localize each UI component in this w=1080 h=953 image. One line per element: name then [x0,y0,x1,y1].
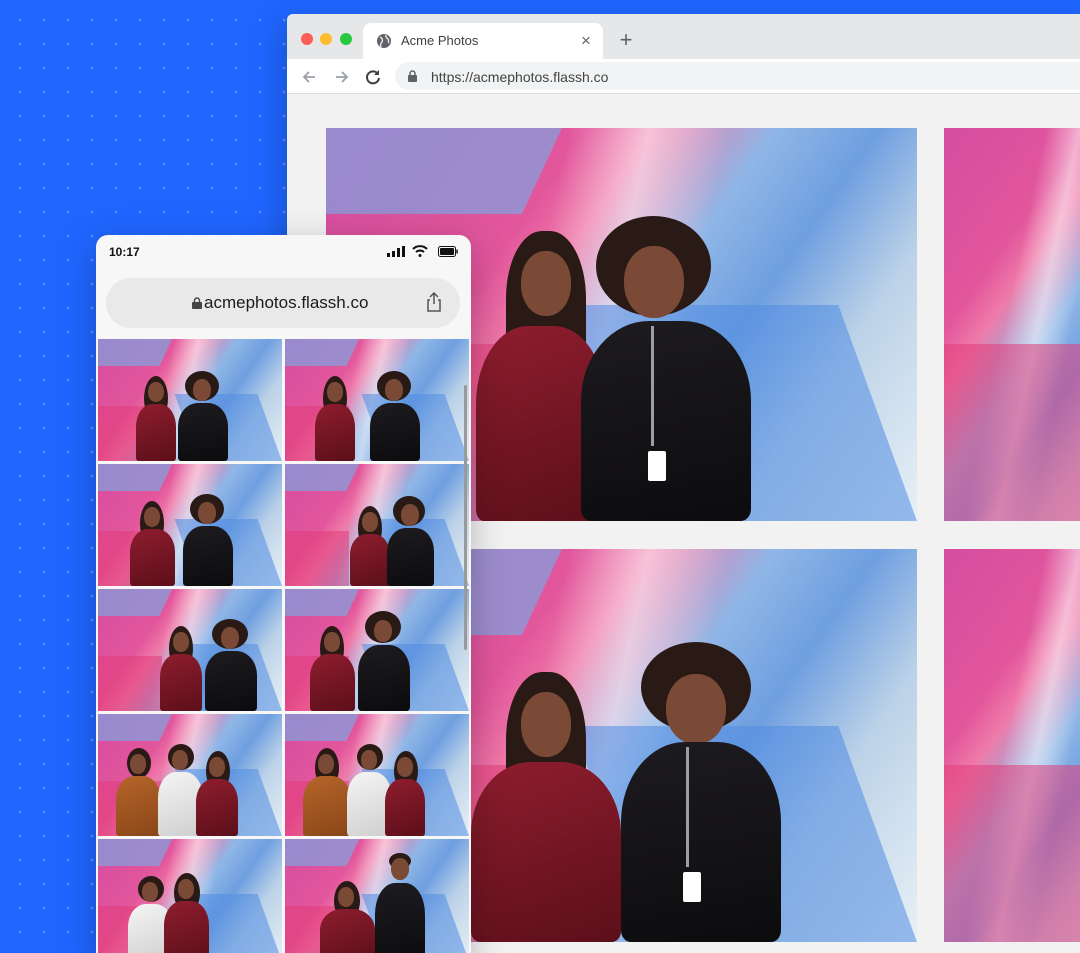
url-text: https://acmephotos.flassh.co [431,69,609,85]
globe-icon [377,34,391,48]
share-icon[interactable] [426,292,442,312]
thumbnail-photo[interactable] [98,339,282,461]
close-window-button[interactable] [301,33,313,45]
zoom-window-button[interactable] [340,33,352,45]
tab-title: Acme Photos [401,33,479,48]
browser-toolbar: https://acmephotos.flassh.co [287,59,1080,94]
thumbnail-photo[interactable] [285,339,469,461]
lock-icon [408,70,417,82]
lock-icon [192,297,202,309]
thumbnail-photo[interactable] [285,464,469,586]
reload-icon[interactable] [363,67,383,87]
battery-icon [438,246,458,257]
address-bar[interactable]: https://acmephotos.flassh.co [395,62,1080,90]
mobile-browser: 10:17 acmephotos.flassh.co [96,235,471,953]
new-tab-button[interactable]: + [614,28,638,52]
status-time: 10:17 [109,245,140,259]
mobile-address-bar[interactable]: acmephotos.flassh.co [106,278,460,328]
minimize-window-button[interactable] [320,33,332,45]
thumbnail-photo[interactable] [98,464,282,586]
browser-titlebar: Acme Photos × + [287,14,1080,59]
browser-tab[interactable]: Acme Photos × [363,23,603,59]
thumbnail-photo[interactable] [98,839,282,953]
thumbnail-photo[interactable] [285,714,469,836]
mobile-url-text: acmephotos.flassh.co [204,293,369,312]
gallery-photo[interactable] [944,549,1080,942]
scrollbar[interactable] [464,385,467,650]
status-bar: 10:17 [96,235,471,269]
gallery-photo[interactable] [944,128,1080,521]
photo-grid [98,339,469,953]
thumbnail-photo[interactable] [285,589,469,711]
thumbnail-photo[interactable] [285,839,469,953]
thumbnail-photo[interactable] [98,589,282,711]
thumbnail-photo[interactable] [98,714,282,836]
back-arrow-icon[interactable] [299,67,319,87]
close-tab-icon[interactable]: × [577,32,595,50]
wifi-icon [412,245,428,257]
forward-arrow-icon[interactable] [332,67,352,87]
cellular-signal-icon [387,246,405,257]
